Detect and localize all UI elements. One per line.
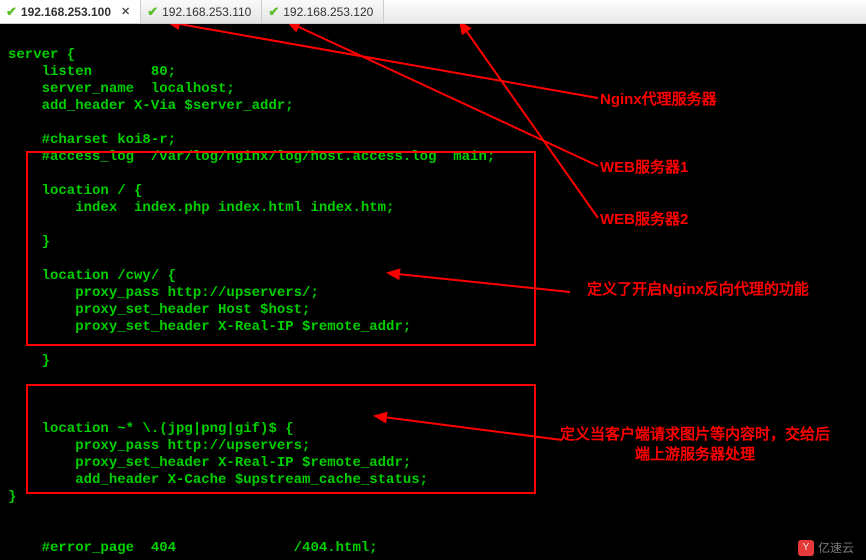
code-line: proxy_set_header X-Real-IP $remote_addr; — [8, 455, 411, 471]
code-line: server { — [8, 47, 75, 63]
watermark: Y 亿速云 — [798, 539, 854, 556]
code-line: proxy_set_header X-Real-IP $remote_addr; — [8, 319, 411, 335]
code-line: proxy_pass http://upservers; — [8, 438, 310, 454]
tab-bar: ✔ 192.168.253.100 ✕ ✔ 192.168.253.110 ✔ … — [0, 0, 866, 24]
code-line: listen 80; — [8, 64, 176, 80]
status-icon: ✔ — [147, 4, 158, 20]
watermark-logo-icon: Y — [798, 540, 814, 556]
code-line: location ~* \.(jpg|png|gif)$ { — [8, 421, 294, 437]
code-line: } — [8, 234, 50, 250]
tab-label: 192.168.253.100 — [21, 5, 111, 19]
annotation-image-upstream: 定义当客户端请求图片等内容时，交给后端上游服务器处理 — [560, 425, 830, 464]
tab-label: 192.168.253.110 — [162, 5, 251, 19]
status-icon: ✔ — [6, 4, 17, 20]
annotation-web1: WEB服务器1 — [600, 158, 688, 178]
annotation-nginx-proxy: Nginx代理服务器 — [600, 90, 717, 110]
watermark-text: 亿速云 — [818, 539, 854, 556]
code-line: add_header X-Cache $upstream_cache_statu… — [8, 472, 428, 488]
tab-2[interactable]: ✔ 192.168.253.120 — [262, 0, 384, 23]
close-icon[interactable]: ✕ — [121, 5, 130, 18]
code-line: server_name localhost; — [8, 81, 235, 97]
status-icon: ✔ — [268, 4, 279, 20]
code-line: #error_page 404 /404.html; — [8, 540, 378, 556]
code-line: } — [8, 489, 16, 505]
code-line: index index.php index.html index.htm; — [8, 200, 394, 216]
tab-1[interactable]: ✔ 192.168.253.110 — [141, 0, 262, 23]
code-line: proxy_pass http://upservers/; — [8, 285, 319, 301]
code-line: add_header X-Via $server_addr; — [8, 98, 294, 114]
annotation-web2: WEB服务器2 — [600, 210, 688, 230]
tab-label: 192.168.253.120 — [283, 5, 373, 19]
annotation-reverse-proxy: 定义了开启Nginx反向代理的功能 — [568, 280, 828, 300]
code-line: proxy_set_header Host $host; — [8, 302, 310, 318]
code-line: } — [8, 353, 50, 369]
tab-0[interactable]: ✔ 192.168.253.100 ✕ — [0, 0, 141, 23]
code-line: #access_log /var/log/nginx/log/host.acce… — [8, 149, 495, 165]
code-line: location /cwy/ { — [8, 268, 176, 284]
code-line: location / { — [8, 183, 142, 199]
code-line: #charset koi8-r; — [8, 132, 176, 148]
